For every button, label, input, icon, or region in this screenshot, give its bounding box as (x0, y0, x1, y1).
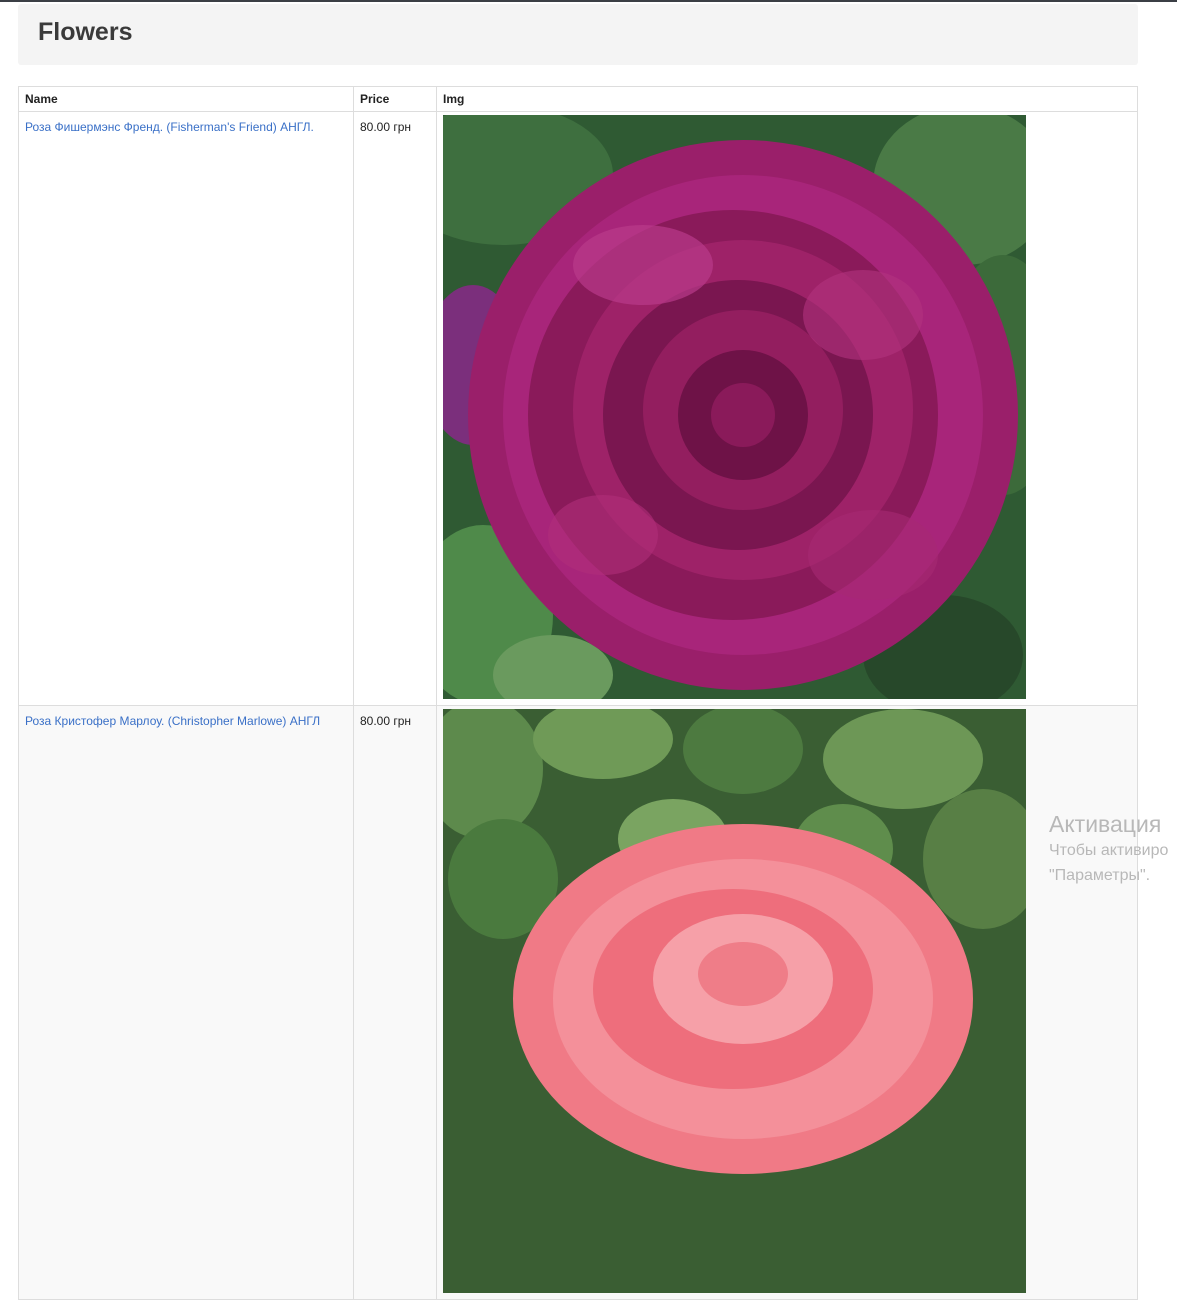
flower-name-link[interactable]: Роза Фишермэнс Френд. (Fisherman's Frien… (25, 120, 314, 134)
price-cell: 80.00 грн (353, 705, 437, 1300)
flower-photo (443, 709, 1026, 1293)
rose-magenta-image (443, 115, 1026, 699)
page-title: Flowers (38, 18, 133, 46)
column-header-name[interactable]: Name (18, 86, 354, 112)
column-header-price[interactable]: Price (353, 86, 437, 112)
flower-photo (443, 115, 1026, 699)
window-top-edge (0, 0, 1177, 2)
price-cell: 80.00 грн (353, 111, 437, 706)
table-header-row: Name Price Img (18, 86, 1138, 112)
flower-name-link[interactable]: Роза Кристофер Марлоу. (Christopher Marl… (25, 714, 320, 728)
column-header-img: Img (436, 86, 1138, 112)
img-cell (436, 111, 1138, 706)
flowers-table: Name Price Img Роза Фишермэнс Френд. (Fi… (18, 86, 1138, 1300)
img-cell (436, 705, 1138, 1300)
rose-pink-image (443, 709, 1026, 1293)
name-cell: Роза Фишермэнс Френд. (Fisherman's Frien… (18, 111, 354, 706)
page-header: Flowers (18, 4, 1138, 65)
name-cell: Роза Кристофер Марлоу. (Christopher Marl… (18, 705, 354, 1300)
table-row: Роза Кристофер Марлоу. (Christopher Marl… (18, 705, 1138, 1300)
table-row: Роза Фишермэнс Френд. (Fisherman's Frien… (18, 111, 1138, 706)
